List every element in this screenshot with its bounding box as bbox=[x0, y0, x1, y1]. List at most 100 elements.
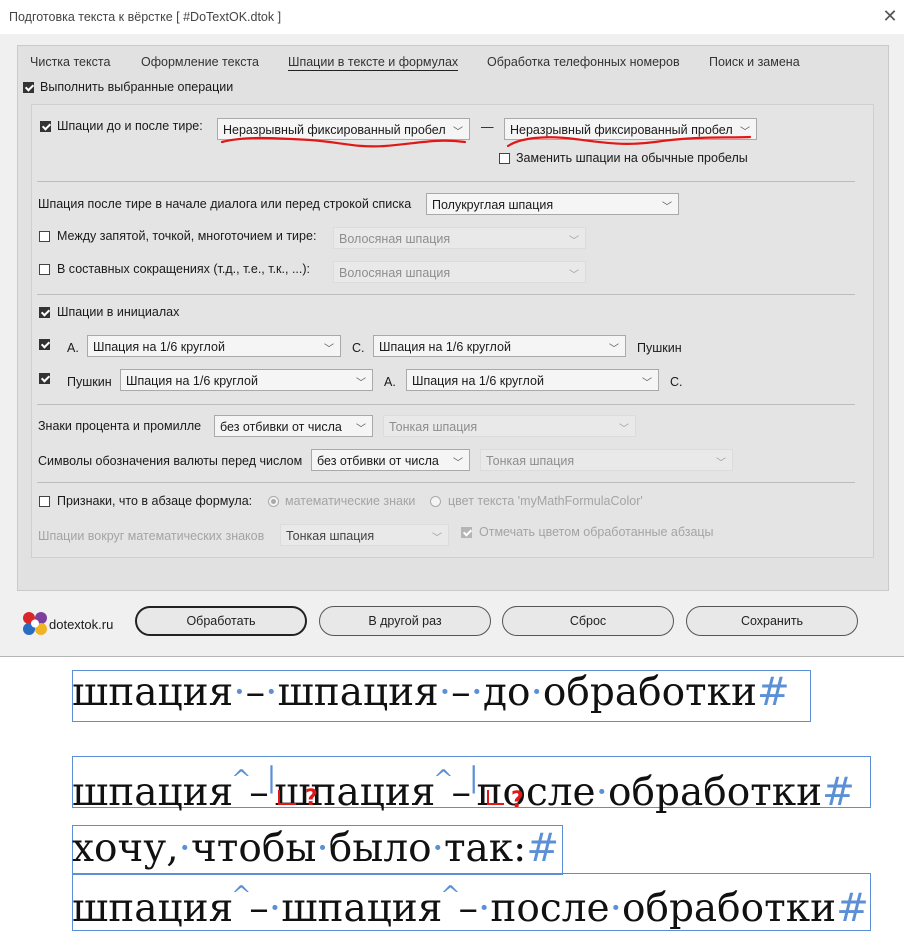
run-selected-checkbox[interactable] bbox=[23, 82, 34, 93]
tab-spaces[interactable]: Шпации в тексте и формулах bbox=[288, 55, 459, 71]
currency-label: Символы обозначения валюты перед числом bbox=[38, 454, 303, 468]
paragraph-end-mark: # bbox=[526, 826, 560, 871]
chevron-down-icon: ﹀ bbox=[662, 202, 672, 213]
word: шпация bbox=[281, 886, 443, 931]
space-dot: · bbox=[530, 670, 543, 715]
divider bbox=[37, 404, 855, 405]
math-signs-label: математические знаки bbox=[285, 494, 416, 508]
word: шпация bbox=[72, 886, 234, 931]
dash: – bbox=[249, 770, 269, 815]
initials-label: Шпации в инициалах bbox=[57, 305, 180, 319]
space-dot: · bbox=[178, 826, 192, 871]
percent-label: Знаки процента и промилле bbox=[38, 419, 202, 433]
between-punct-value: Волосяная шпация bbox=[339, 232, 451, 246]
space-dot: · bbox=[438, 670, 452, 715]
word: до bbox=[483, 670, 531, 715]
dash-spaces-checkbox[interactable] bbox=[40, 121, 51, 132]
space-dot: · bbox=[265, 670, 278, 715]
between-punct-label: Между запятой, точкой, многоточием и тир… bbox=[57, 229, 317, 243]
tab-phones[interactable]: Обработка телефонных номеров bbox=[487, 55, 680, 69]
percent-select[interactable]: без отбивки от числа ﹀ bbox=[214, 415, 373, 437]
sample-desired: шпация^–·шпация^–·после·обработки# bbox=[72, 873, 869, 931]
dialog-dash-value: Полукруглая шпация bbox=[432, 198, 554, 212]
math-spaces-label: Шпации вокруг математических знаков bbox=[38, 529, 265, 543]
percent-space-select[interactable]: Тонкая шпация ﹀ bbox=[383, 415, 636, 437]
divider bbox=[37, 482, 855, 483]
word: шпация bbox=[277, 670, 439, 715]
math-signs-radio[interactable] bbox=[268, 496, 279, 507]
divider bbox=[37, 294, 855, 295]
paragraph-end-mark: # bbox=[757, 670, 790, 715]
reset-button[interactable]: Сброс bbox=[502, 606, 674, 636]
mark-color-label: Отмечать цветом обработанные абзацы bbox=[479, 525, 714, 539]
percent-space-value: Тонкая шпация bbox=[389, 420, 478, 434]
formula-checkbox[interactable] bbox=[39, 496, 50, 507]
dash: – bbox=[451, 670, 471, 715]
currency-select[interactable]: без отбивки от числа ﹀ bbox=[311, 449, 470, 471]
word: чтобы bbox=[191, 826, 317, 871]
word: так: bbox=[443, 826, 527, 871]
word: шпация bbox=[72, 670, 234, 715]
math-spaces-select[interactable]: Тонкая шпация ﹀ bbox=[280, 524, 449, 546]
word: шпация bbox=[72, 770, 234, 815]
tab-formatting[interactable]: Оформление текста bbox=[141, 55, 259, 69]
window-title: Подготовка текста к вёрстке [ #DoTextOK.… bbox=[9, 10, 282, 24]
mark-color-checkbox[interactable] bbox=[461, 527, 472, 538]
initials-row1-select2[interactable]: Шпация на 1/6 круглой ﹀ bbox=[373, 335, 626, 357]
dash: – bbox=[458, 886, 479, 931]
initials-row2-b: А. bbox=[384, 375, 396, 389]
abbrev-checkbox[interactable] bbox=[39, 264, 50, 275]
tab-cleanup[interactable]: Чистка текста bbox=[30, 55, 110, 69]
sample-wish: хочу,·чтобы·было·так:# bbox=[72, 827, 559, 871]
space-dot: · bbox=[431, 826, 444, 871]
space-dot: · bbox=[609, 886, 622, 931]
initials-row2-c: С. bbox=[670, 375, 683, 389]
space-dot: · bbox=[470, 670, 483, 715]
word: было bbox=[328, 826, 432, 871]
later-button[interactable]: В другой раз bbox=[319, 606, 491, 636]
math-spaces-value: Тонкая шпация bbox=[286, 529, 375, 543]
logo-icon bbox=[23, 612, 47, 635]
options-group bbox=[31, 104, 874, 558]
initials-row1-c: Пушкин bbox=[637, 341, 682, 355]
chevron-down-icon: ﹀ bbox=[356, 424, 366, 435]
space-dot: · bbox=[478, 886, 491, 931]
run-selected-label: Выполнить выбранные операции bbox=[40, 80, 234, 94]
between-punct-select[interactable]: Волосяная шпация ﹀ bbox=[333, 227, 586, 249]
process-button[interactable]: Обработать bbox=[135, 606, 307, 636]
initials-row1-select1[interactable]: Шпация на 1/6 круглой ﹀ bbox=[87, 335, 341, 357]
initials-row2-select1-value: Шпация на 1/6 круглой bbox=[126, 374, 258, 388]
initials-row1-select2-value: Шпация на 1/6 круглой bbox=[379, 340, 511, 354]
initials-row2-select2[interactable]: Шпация на 1/6 круглой ﹀ bbox=[406, 369, 659, 391]
dialog-dash-select[interactable]: Полукруглая шпация ﹀ bbox=[426, 193, 679, 215]
word: обработки bbox=[542, 670, 757, 715]
initials-row2-select2-value: Шпация на 1/6 круглой bbox=[412, 374, 544, 388]
sample-before: шпация·–·шпация·–·до·обработки# bbox=[72, 671, 790, 715]
initials-row1-checkbox[interactable] bbox=[39, 339, 50, 350]
currency-space-select[interactable]: Тонкая шпация ﹀ bbox=[480, 449, 733, 471]
initials-row2-select1[interactable]: Шпация на 1/6 круглой ﹀ bbox=[120, 369, 373, 391]
space-dot: · bbox=[595, 770, 609, 815]
initials-row1-a: А. bbox=[67, 341, 79, 355]
initials-row2-a: Пушкин bbox=[67, 375, 112, 389]
paragraph-end-mark: # bbox=[822, 770, 855, 815]
dash: – bbox=[245, 670, 266, 715]
dash-spaces-label: Шпации до и после тире: bbox=[57, 119, 203, 133]
abbrev-value: Волосяная шпация bbox=[339, 266, 451, 280]
save-button[interactable]: Сохранить bbox=[686, 606, 858, 636]
chevron-down-icon: ﹀ bbox=[569, 270, 579, 281]
between-punct-checkbox[interactable] bbox=[39, 231, 50, 242]
chevron-down-icon: ﹀ bbox=[453, 458, 463, 469]
initials-checkbox[interactable] bbox=[39, 307, 50, 318]
abbrev-select[interactable]: Волосяная шпация ﹀ bbox=[333, 261, 586, 283]
logo-text: dotextok.ru bbox=[49, 617, 114, 632]
initials-row2-checkbox[interactable] bbox=[39, 373, 50, 384]
chevron-down-icon: ﹀ bbox=[609, 344, 619, 355]
tab-search-replace[interactable]: Поиск и замена bbox=[709, 55, 800, 69]
chevron-down-icon: ﹀ bbox=[432, 533, 442, 544]
initials-row1-b: С. bbox=[352, 341, 365, 355]
question-annotation: ? bbox=[511, 788, 524, 813]
close-icon[interactable]: ✕ bbox=[878, 4, 902, 28]
text-color-radio[interactable] bbox=[430, 496, 441, 507]
question-annotation: ? bbox=[305, 786, 318, 811]
